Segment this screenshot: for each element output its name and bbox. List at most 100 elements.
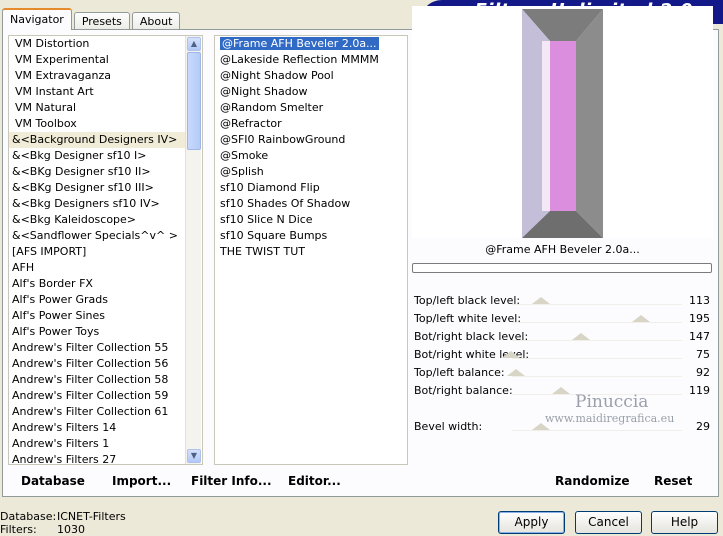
filter-item[interactable]: @Refractor [215,116,407,132]
slider-track[interactable] [512,304,682,307]
filter-item-label: @Night Shadow Pool [220,69,334,82]
tab-navigator[interactable]: Navigator [2,8,72,30]
filter-item[interactable]: sf10 Diamond Flip [215,180,407,196]
category-item[interactable]: VM Natural [9,100,186,116]
watermark-url: www.maidiregrafica.eu [545,412,675,425]
filter-item[interactable]: THE TWIST TUT [215,244,407,260]
slider-thumb[interactable] [532,297,550,304]
category-item[interactable]: [AFS IMPORT] [9,244,186,260]
filter-item[interactable]: sf10 Slice N Dice [215,212,407,228]
cancel-button[interactable]: Cancel [575,511,642,534]
slider-value: 147 [689,330,710,343]
category-item[interactable]: Alf's Power Sines [9,308,186,324]
slider-label: Bevel width: [414,420,483,433]
database-label: Database: [0,510,57,523]
category-item[interactable]: Andrew's Filters 14 [9,420,186,436]
category-item[interactable]: Andrew's Filters 1 [9,436,186,452]
category-item[interactable]: &<Background Designers IV> [9,132,186,148]
scroll-thumb[interactable] [187,52,201,150]
category-item[interactable]: VM Experimental [9,52,186,68]
filter-item-label: THE TWIST TUT [220,245,305,258]
category-item[interactable]: Andrew's Filter Collection 59 [9,388,186,404]
apply-button[interactable]: Apply [498,511,565,534]
slider-track[interactable] [512,376,682,379]
watermark-name: Pinuccia [575,392,649,412]
slider-label: Top/left black level: [414,294,521,307]
slider-row: Bot/right balance: 119 [412,382,712,400]
slider-label: Bot/right black level: [414,330,529,343]
filter-item-label: @Frame AFH Beveler 2.0a... [219,36,380,51]
category-list[interactable]: VM Distortion VM Experimental VM Extravaga… [8,35,203,465]
randomize-link[interactable]: Randomize [555,474,629,488]
category-item[interactable]: Andrew's Filters 27 [9,452,186,464]
category-item[interactable]: Andrew's Filter Collection 56 [9,356,186,372]
filter-item[interactable]: @Random Smelter [215,100,407,116]
scroll-up-icon[interactable]: ▲ [187,37,201,51]
slider-track[interactable] [512,322,682,325]
slider-value: 29 [696,420,710,433]
filter-item[interactable]: @Frame AFH Beveler 2.0a... [215,36,407,52]
help-button[interactable]: Help [651,511,718,534]
filter-item[interactable]: sf10 Square Bumps [215,228,407,244]
filter-list[interactable]: @Frame AFH Beveler 2.0a... @Lakeside Refl… [214,35,408,465]
slider-value: 119 [689,384,710,397]
filter-item-label: sf10 Diamond Flip [220,181,320,194]
filter-item-label: @Splish [220,165,264,178]
slider-track[interactable] [512,358,682,361]
category-item[interactable]: &<Bkg Kaleidoscope> [9,212,186,228]
category-item[interactable]: VM Extravaganza [9,68,186,84]
slider-thumb[interactable] [502,351,520,358]
slider-thumb[interactable] [572,333,590,340]
slider-thumb[interactable] [507,369,525,376]
preview-area [412,6,713,238]
category-item[interactable]: VM Distortion [9,36,186,52]
scroll-down-icon[interactable]: ▼ [187,449,201,463]
filter-item[interactable]: @SFI0 RainbowGround [215,132,407,148]
slider-row: Bot/right black level: 147 [412,328,712,346]
filter-item[interactable]: sf10 Shades Of Shadow [215,196,407,212]
slider-value: 113 [689,294,710,307]
slider-thumb[interactable] [632,315,650,322]
filters-count-value: 1030 [57,523,85,536]
database-link[interactable]: Database [21,474,85,488]
filter-item-label: @Smoke [220,149,269,162]
filter-item[interactable]: @Night Shadow [215,84,407,100]
tab-presets[interactable]: Presets [73,12,130,30]
category-item[interactable]: &<Bkg Designer sf10 I> [9,148,186,164]
editor-link[interactable]: Editor... [288,474,341,488]
slider-label: Top/left balance: [414,366,505,379]
category-scrollbar[interactable]: ▲ ▼ [185,36,201,464]
category-item[interactable]: &<Sandflower Specials^v^ > [9,228,186,244]
category-item[interactable]: Alf's Border FX [9,276,186,292]
slider-thumb[interactable] [552,387,570,394]
category-item[interactable]: Andrew's Filter Collection 61 [9,404,186,420]
tab-about[interactable]: About [131,12,181,30]
filter-item-label: @SFI0 RainbowGround [220,133,346,146]
category-item[interactable]: VM Toolbox [9,116,186,132]
slider-value: 75 [696,348,710,361]
category-item[interactable]: &<BKg Designer sf10 III> [9,180,186,196]
category-item[interactable]: &<BKg Designer sf10 II> [9,164,186,180]
filter-item-label: @Lakeside Reflection MMMM [220,53,379,66]
preview-filter-name: @Frame AFH Beveler 2.0a... [485,243,640,256]
filter-item[interactable]: @Splish [215,164,407,180]
filter-item[interactable]: @Night Shadow Pool [215,68,407,84]
filter-item[interactable]: @Smoke [215,148,407,164]
import-link[interactable]: Import... [112,474,171,488]
slider-track[interactable] [512,340,682,343]
slider-label: Bot/right balance: [414,384,513,397]
category-item[interactable]: VM Instant Art [9,84,186,100]
category-item[interactable]: Alf's Power Toys [9,324,186,340]
category-item[interactable]: Alf's Power Grads [9,292,186,308]
slider-track[interactable] [512,430,682,433]
filter-info-link[interactable]: Filter Info... [191,474,272,488]
category-item[interactable]: AFH [9,260,186,276]
slider-row: Top/left black level: 113 [412,292,712,310]
reset-link[interactable]: Reset [654,474,692,488]
filter-item-label: sf10 Shades Of Shadow [220,197,351,210]
category-item[interactable]: &<Bkg Designers sf10 IV> [9,196,186,212]
category-item[interactable]: Andrew's Filter Collection 55 [9,340,186,356]
filter-item-label: @Random Smelter [220,101,324,114]
category-item[interactable]: Andrew's Filter Collection 58 [9,372,186,388]
filter-item[interactable]: @Lakeside Reflection MMMM [215,52,407,68]
